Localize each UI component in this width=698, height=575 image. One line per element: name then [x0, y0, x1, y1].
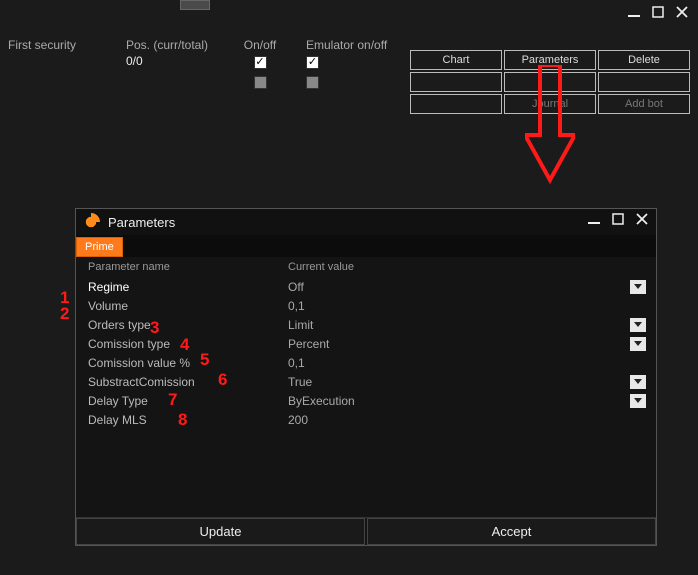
update-button[interactable]: Update [76, 518, 365, 545]
grid-empty-r2c2[interactable] [504, 72, 596, 92]
param-value[interactable]: Limit [288, 318, 630, 332]
dialog-titlebar: Parameters [76, 209, 656, 235]
dropdown-icon[interactable] [630, 318, 646, 332]
param-value[interactable]: 0,1 [288, 356, 650, 370]
param-name: Delay MLS [88, 413, 288, 427]
grid-empty-r3c1[interactable] [410, 94, 502, 114]
dropdown-icon[interactable] [630, 375, 646, 389]
annotation-2: 2 [60, 304, 69, 324]
dropdown-icon[interactable] [630, 394, 646, 408]
dropdown-icon[interactable] [630, 280, 646, 294]
param-value[interactable]: True [288, 375, 630, 389]
checkbox-icon[interactable] [254, 76, 267, 89]
close-icon[interactable] [636, 213, 648, 225]
emulator-checkbox-2 [300, 74, 400, 94]
annotation-1: 1 [60, 288, 69, 308]
value-pos: 0/0 [120, 52, 220, 71]
checkbox-icon[interactable] [254, 56, 267, 69]
value-first-security [0, 52, 120, 71]
param-name: Delay Type [88, 394, 288, 408]
param-name: Regime [88, 280, 288, 294]
app-logo-icon [82, 213, 100, 231]
param-grid-header: Parameter name Current value [76, 257, 656, 277]
window-drag-handle[interactable] [180, 0, 210, 10]
param-row: Orders typeLimit [88, 315, 650, 334]
minimize-icon[interactable] [628, 6, 640, 18]
onoff-checkbox-1 [220, 52, 300, 71]
minimize-icon[interactable] [588, 213, 600, 225]
emulator-checkbox-1 [300, 52, 400, 71]
dialog-window-controls [588, 213, 648, 225]
param-value[interactable]: 0,1 [288, 299, 650, 313]
param-row: SubstractComissionTrue [88, 372, 650, 391]
param-grid: RegimeOffVolume0,1Orders typeLimitComiss… [76, 277, 656, 517]
param-row: Comission value %0,1 [88, 353, 650, 372]
dialog-tabstrip: Prime [76, 235, 656, 257]
param-value[interactable]: 200 [288, 413, 650, 427]
param-header-name: Parameter name [88, 261, 288, 273]
param-row: Delay MLS200 [88, 410, 650, 429]
grid-empty-r2c1[interactable] [410, 72, 502, 92]
action-button-grid: Chart Parameters Delete Journal Add bot [410, 50, 690, 114]
param-row: Volume0,1 [88, 296, 650, 315]
dialog-footer: Update Accept [76, 517, 656, 545]
grid-empty-r2c3[interactable] [598, 72, 690, 92]
add-bot-button[interactable]: Add bot [598, 94, 690, 114]
accept-button[interactable]: Accept [367, 518, 656, 545]
param-name: SubstractComission [88, 375, 288, 389]
param-value[interactable]: Off [288, 280, 630, 294]
param-name: Comission type [88, 337, 288, 351]
dropdown-icon[interactable] [630, 337, 646, 351]
parameters-dialog: Parameters Prime Parameter name Current … [75, 208, 657, 546]
param-name: Comission value % [88, 356, 288, 370]
onoff-checkbox-2 [220, 74, 300, 94]
window-controls [628, 6, 688, 18]
param-row: Comission typePercent [88, 334, 650, 353]
param-value[interactable]: ByExecution [288, 394, 630, 408]
maximize-icon[interactable] [652, 6, 664, 18]
maximize-icon[interactable] [612, 213, 624, 225]
dialog-title: Parameters [108, 215, 175, 230]
param-name: Orders type [88, 318, 288, 332]
parameters-button[interactable]: Parameters [504, 50, 596, 70]
param-value[interactable]: Percent [288, 337, 630, 351]
param-row: RegimeOff [88, 277, 650, 296]
chart-button[interactable]: Chart [410, 50, 502, 70]
tab-prime[interactable]: Prime [76, 237, 123, 257]
journal-button[interactable]: Journal [504, 94, 596, 114]
close-icon[interactable] [676, 6, 688, 18]
param-row: Delay TypeByExecution [88, 391, 650, 410]
checkbox-icon[interactable] [306, 56, 319, 69]
param-name: Volume [88, 299, 288, 313]
param-header-value: Current value [288, 261, 650, 273]
checkbox-icon[interactable] [306, 76, 319, 89]
delete-button[interactable]: Delete [598, 50, 690, 70]
